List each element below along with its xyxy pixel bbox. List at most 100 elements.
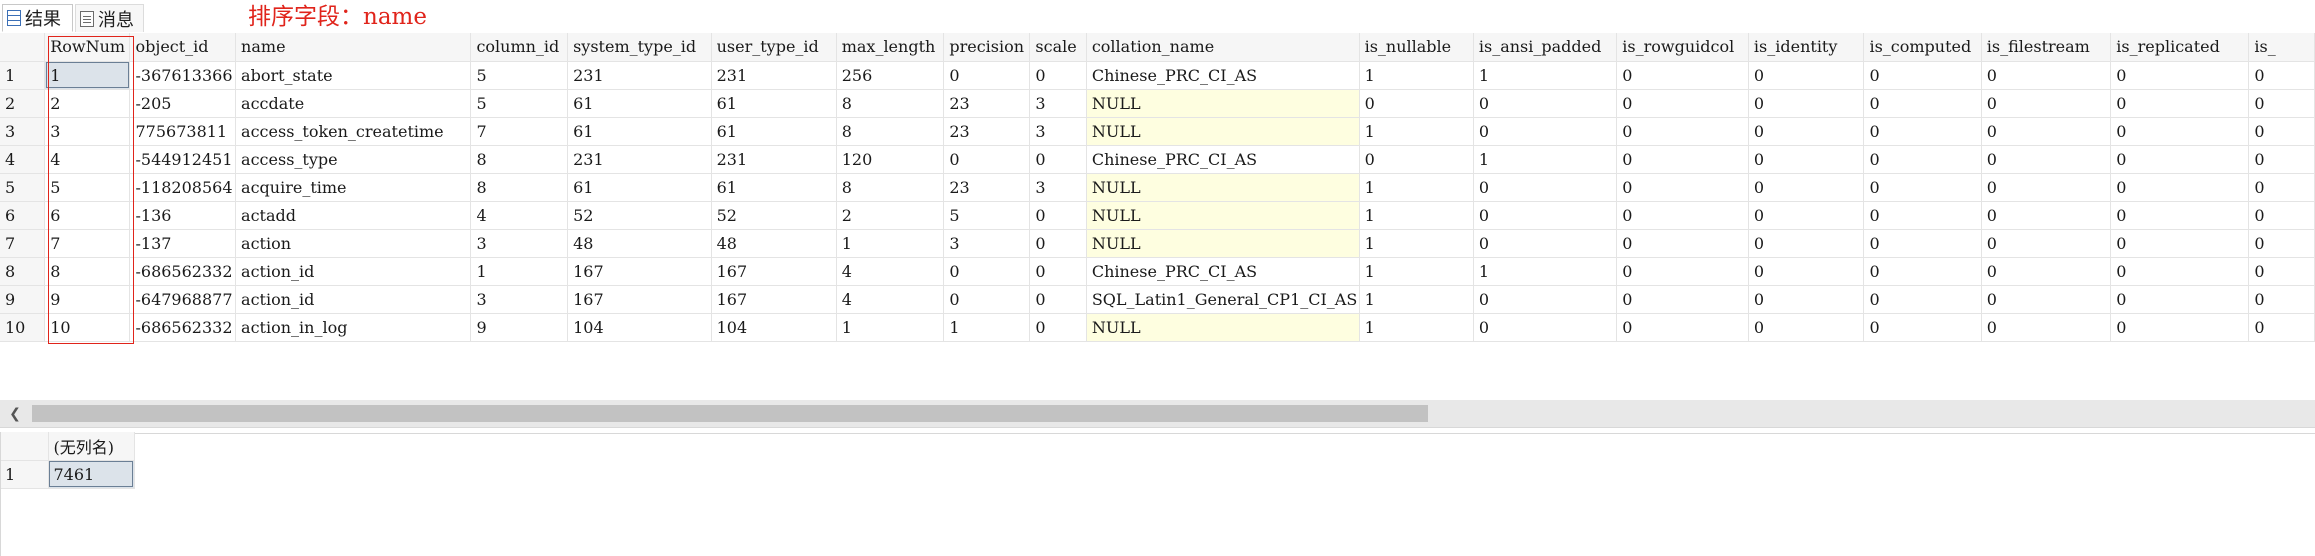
table-cell[interactable]: Chinese_PRC_CI_AS xyxy=(1086,61,1360,90)
table-cell[interactable]: 23 xyxy=(943,117,1031,146)
table-cell[interactable]: SQL_Latin1_General_CP1_CI_AS xyxy=(1086,285,1360,314)
table-cell[interactable]: action_id xyxy=(235,285,472,314)
grid-corner[interactable] xyxy=(0,432,49,461)
table-cell[interactable]: -137 xyxy=(129,229,237,258)
table-cell[interactable]: 0 xyxy=(1863,145,1982,174)
table-row[interactable]: 1 1 -367613366 abort_state 5 231 231 256 0 0 Chine… xyxy=(0,61,2315,90)
table-cell[interactable]: 0 xyxy=(2248,229,2315,258)
table-cell[interactable]: NULL xyxy=(1086,117,1360,146)
table-cell[interactable]: 0 xyxy=(1863,89,1982,118)
table-cell[interactable]: 167 xyxy=(567,285,712,314)
table-cell[interactable]: 0 xyxy=(1616,61,1749,90)
table-cell[interactable]: 0 xyxy=(1981,201,2112,230)
table-row[interactable]: 9 9 -647968877 action_id 3 167 167 4 0 0 SQL_Latin… xyxy=(0,285,2315,314)
table-cell[interactable]: 0 xyxy=(1863,173,1982,202)
table-cell[interactable]: 0 xyxy=(2110,285,2250,314)
table-cell[interactable]: abort_state xyxy=(235,61,472,90)
table-cell[interactable]: 0 xyxy=(1616,229,1749,258)
column-header[interactable]: column_id xyxy=(470,33,569,62)
column-header[interactable]: is_ xyxy=(2248,33,2315,62)
column-header[interactable]: max_length xyxy=(836,33,945,62)
table-cell[interactable]: 1 xyxy=(1473,257,1618,286)
table-cell[interactable]: 8 xyxy=(836,173,945,202)
column-header[interactable]: is_filestream xyxy=(1981,33,2112,62)
table-cell[interactable]: 61 xyxy=(711,89,837,118)
table-cell[interactable]: 0 xyxy=(1029,285,1087,314)
table-cell[interactable]: -544912451 xyxy=(129,145,237,174)
table-cell[interactable]: 1 xyxy=(836,229,945,258)
table-cell[interactable]: 4 xyxy=(836,285,945,314)
table-cell[interactable]: 0 xyxy=(1616,257,1749,286)
table-row[interactable]: 6 6 -136 actadd 4 52 52 2 5 0 NULL 1 0 0 0 0 0 0 0 xyxy=(0,201,2315,230)
table-cell[interactable]: 3 xyxy=(470,285,569,314)
column-header[interactable]: is_rowguidcol xyxy=(1616,33,1749,62)
table-cell[interactable]: 0 xyxy=(1029,201,1087,230)
table-cell[interactable]: 1 xyxy=(1359,201,1474,230)
row-header[interactable]: 3 xyxy=(0,117,46,146)
count-result-grid[interactable]: (无列名) 1 7461 xyxy=(0,432,135,489)
table-cell[interactable]: 0 xyxy=(2248,61,2315,90)
table-cell[interactable]: 0 xyxy=(1616,173,1749,202)
table-cell[interactable]: 0 xyxy=(2110,257,2250,286)
column-header[interactable]: precision xyxy=(943,33,1031,62)
column-header[interactable]: is_nullable xyxy=(1359,33,1474,62)
table-cell[interactable]: 0 xyxy=(2248,145,2315,174)
column-header[interactable]: name xyxy=(235,33,472,62)
table-cell[interactable]: 8 xyxy=(836,89,945,118)
table-cell[interactable]: 61 xyxy=(567,173,712,202)
table-cell[interactable]: 0 xyxy=(1863,257,1982,286)
table-cell[interactable]: 1 xyxy=(470,257,569,286)
table-cell[interactable]: 167 xyxy=(567,257,712,286)
scrollbar-thumb[interactable] xyxy=(32,405,1428,422)
table-cell[interactable]: 0 xyxy=(1473,173,1618,202)
table-cell[interactable]: 1 xyxy=(1359,229,1474,258)
table-cell[interactable]: 0 xyxy=(1748,61,1865,90)
column-header[interactable]: is_computed xyxy=(1863,33,1982,62)
table-cell[interactable]: 231 xyxy=(567,61,712,90)
table-cell[interactable]: 1 xyxy=(1359,257,1474,286)
table-cell[interactable]: 1 xyxy=(1359,285,1474,314)
column-header[interactable]: is_replicated xyxy=(2110,33,2250,62)
table-cell[interactable]: 6 xyxy=(44,201,131,230)
row-header[interactable]: 1 xyxy=(0,460,49,489)
table-row[interactable]: 7 7 -137 action 3 48 48 1 3 0 NULL 1 0 0 0 0 0 0 0 xyxy=(0,229,2315,258)
table-cell[interactable]: 0 xyxy=(1029,61,1087,90)
table-cell[interactable]: 0 xyxy=(1616,117,1749,146)
table-cell[interactable]: 0 xyxy=(1748,257,1865,286)
table-cell[interactable]: 1 xyxy=(943,313,1031,342)
table-cell[interactable]: -686562332 xyxy=(129,313,237,342)
table-cell[interactable]: 0 xyxy=(1473,89,1618,118)
table-cell[interactable]: 0 xyxy=(1981,229,2112,258)
table-cell[interactable]: -647968877 xyxy=(129,285,237,314)
table-cell[interactable]: 0 xyxy=(2248,313,2315,342)
table-cell[interactable]: 0 xyxy=(1473,117,1618,146)
table-cell[interactable]: 61 xyxy=(567,89,712,118)
table-cell[interactable]: 0 xyxy=(2110,117,2250,146)
table-cell[interactable]: 1 xyxy=(1359,61,1474,90)
table-cell[interactable]: 0 xyxy=(1748,229,1865,258)
column-header[interactable]: (无列名) xyxy=(48,432,135,461)
table-cell[interactable]: 0 xyxy=(1981,313,2112,342)
table-cell[interactable]: 1 xyxy=(1359,173,1474,202)
table-cell[interactable]: 0 xyxy=(1029,229,1087,258)
table-cell[interactable]: 0 xyxy=(2110,145,2250,174)
table-row[interactable]: 10 10 -686562332 action_in_log 9 104 104 1 1 0 NUL… xyxy=(0,313,2315,342)
table-cell[interactable]: 0 xyxy=(1473,201,1618,230)
table-cell[interactable]: 0 xyxy=(1359,145,1474,174)
table-cell[interactable]: 5 xyxy=(943,201,1031,230)
table-cell[interactable]: 0 xyxy=(1863,229,1982,258)
table-cell[interactable]: 0 xyxy=(2248,201,2315,230)
table-cell[interactable]: 0 xyxy=(1863,313,1982,342)
table-cell[interactable]: 1 xyxy=(1359,313,1474,342)
table-cell[interactable]: NULL xyxy=(1086,313,1360,342)
table-cell[interactable]: 1 xyxy=(1359,117,1474,146)
table-cell[interactable]: 231 xyxy=(567,145,712,174)
table-cell[interactable]: 1 xyxy=(44,61,131,90)
row-header[interactable]: 8 xyxy=(0,257,46,286)
table-cell[interactable]: 0 xyxy=(1748,201,1865,230)
table-cell[interactable]: 0 xyxy=(1863,285,1982,314)
table-row[interactable]: 3 3 775673811 access_token_createtime 7 61 61 8… xyxy=(0,117,2315,146)
table-cell[interactable]: 4 xyxy=(836,257,945,286)
pane-splitter[interactable] xyxy=(0,427,2315,434)
table-cell[interactable]: 3 xyxy=(44,117,131,146)
